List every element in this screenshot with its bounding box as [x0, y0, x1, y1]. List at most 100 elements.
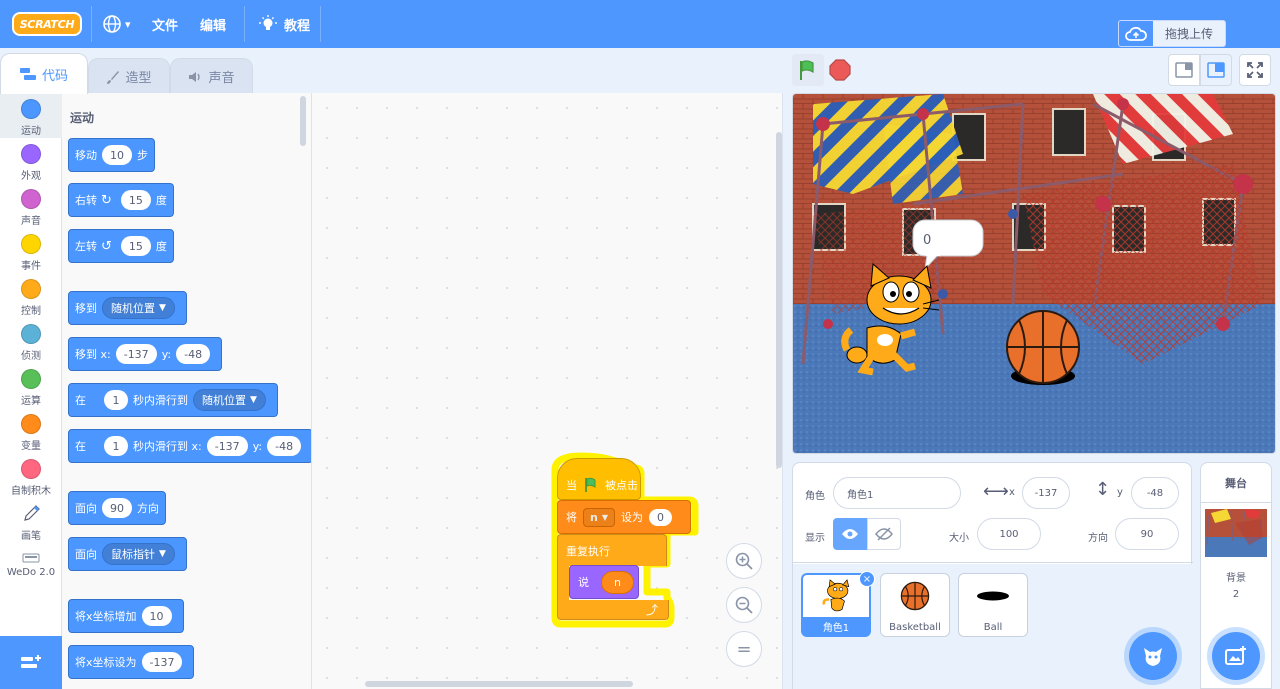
say-block[interactable]: 说 n — [569, 565, 639, 599]
upload-button[interactable]: 拖拽上传 — [1118, 20, 1226, 47]
tab-costumes[interactable]: 造型 — [88, 58, 170, 94]
turn-left-block[interactable]: 左转 ↺ 15 度 — [68, 229, 174, 263]
file-menu[interactable]: 文件 — [152, 0, 178, 48]
stop-button[interactable] — [829, 59, 851, 81]
x-arrows-icon: ⟷ — [983, 481, 1009, 502]
glide-xy-block[interactable]: 在 1 秒内滑行到 x: -137 y: -48 — [68, 429, 311, 463]
category-sensing[interactable]: 侦测 — [0, 324, 62, 362]
caret-down-icon: ▼ — [159, 303, 166, 313]
script-vertical-scrollbar[interactable] — [776, 132, 782, 468]
change-x-block[interactable]: 将x坐标增加 10 — [68, 599, 184, 633]
goto-block[interactable]: 移到 随机位置 ▼ — [68, 291, 187, 325]
forever-block[interactable]: 重复执行 — [557, 534, 667, 566]
seconds-input[interactable]: 1 — [104, 390, 128, 410]
category-my-blocks[interactable]: 自制积木 — [0, 459, 62, 497]
size-label: 大小 — [949, 533, 969, 544]
tutorials-menu[interactable]: 教程 — [258, 0, 310, 48]
goto-xy-block[interactable]: 移到 x: -137 y: -48 — [68, 337, 223, 371]
stage-panel-title: 舞台 — [1201, 463, 1271, 503]
turn-right-block[interactable]: 右转 ↻ 15 度 — [68, 183, 174, 217]
x-input[interactable]: -137 — [206, 436, 248, 456]
y-arrows-icon: ↕ — [1095, 479, 1111, 500]
category-pen[interactable]: 画笔 — [0, 504, 62, 542]
script-area[interactable] — [312, 93, 783, 689]
scratch-logo[interactable]: SCRATCH — [12, 12, 82, 36]
degrees-input[interactable]: 15 — [120, 236, 151, 256]
category-sound[interactable]: 声音 — [0, 189, 62, 227]
add-extension-button[interactable] — [0, 636, 62, 689]
variable-dropdown[interactable]: n ▼ — [583, 507, 615, 527]
when-flag-clicked-block[interactable]: 当 被点击 — [557, 458, 641, 500]
degrees-input[interactable]: 15 — [120, 190, 151, 210]
tab-sounds[interactable]: 声音 — [170, 58, 253, 94]
category-control[interactable]: 控制 — [0, 279, 62, 317]
control-dot-icon — [21, 279, 41, 299]
stage-selector-panel[interactable]: 舞台 背景 2 — [1200, 462, 1272, 689]
category-operators[interactable]: 运算 — [0, 369, 62, 407]
seconds-input[interactable]: 1 — [104, 436, 128, 456]
basketball-sprite[interactable] — [1006, 310, 1080, 385]
category-label: 控制 — [21, 306, 41, 317]
zoom-in-button[interactable] — [726, 543, 762, 579]
edit-menu[interactable]: 编辑 — [200, 0, 226, 48]
glide-random-block[interactable]: 在 1 秒内滑行到 随机位置 ▼ — [68, 383, 278, 417]
language-menu[interactable]: ▾ — [102, 0, 131, 48]
script-horizontal-scrollbar[interactable] — [365, 681, 633, 687]
sprite-info-panel: 角色 角色1 ⟷ x -137 ↕ y -48 显示 大小 100 方向 90 … — [792, 462, 1193, 689]
y-input[interactable]: -48 — [1131, 477, 1179, 509]
towards-dropdown[interactable]: 鼠标指针 ▼ — [102, 543, 175, 565]
category-looks[interactable]: 外观 — [0, 144, 62, 182]
sprite-name-input[interactable]: 角色1 — [833, 477, 961, 509]
block-text: 移动 — [75, 149, 97, 162]
choose-sprite-button[interactable] — [1129, 632, 1177, 680]
fullscreen-icon — [1247, 62, 1263, 78]
glide-target-dropdown[interactable]: 随机位置 ▼ — [193, 389, 266, 411]
sprite-thumb-cat[interactable]: 角色1 × — [801, 571, 875, 637]
sprite-thumb-basketball[interactable]: Basketball — [880, 573, 950, 637]
set-x-block[interactable]: 将x坐标设为 -137 — [68, 645, 195, 679]
delete-sprite-button[interactable]: × — [859, 571, 875, 587]
point-towards-block[interactable]: 面向 鼠标指针 ▼ — [68, 537, 187, 571]
size-input[interactable]: 100 — [977, 518, 1041, 550]
fullscreen-button[interactable] — [1239, 54, 1271, 86]
change-x-input[interactable]: 10 — [141, 606, 172, 626]
category-label: 画笔 — [21, 531, 41, 542]
ball-thumbnail — [977, 591, 1009, 601]
palette-scrollbar[interactable] — [300, 96, 306, 146]
stage[interactable]: 0 — [792, 93, 1276, 454]
choose-backdrop-button[interactable] — [1212, 632, 1260, 680]
direction-input[interactable]: 90 — [1115, 518, 1179, 550]
variables-dot-icon — [21, 414, 41, 434]
steps-input[interactable]: 10 — [102, 145, 132, 165]
zoom-out-button[interactable] — [726, 587, 762, 623]
normal-stage-button[interactable] — [1200, 54, 1232, 86]
globe-icon — [103, 15, 121, 33]
set-x-input[interactable]: -137 — [141, 652, 183, 672]
variable-reporter[interactable]: n — [601, 570, 634, 594]
sprite-thumb-name: Ball — [983, 621, 1003, 633]
category-events[interactable]: 事件 — [0, 234, 62, 272]
block-text: 在 — [75, 440, 86, 453]
set-value-input[interactable]: 0 — [649, 508, 672, 526]
show-hidden-button[interactable] — [867, 518, 901, 550]
sprite-thumb-ball[interactable]: Ball — [958, 573, 1028, 637]
caret-down-icon: ▼ — [159, 549, 166, 559]
category-motion[interactable]: 运动 — [0, 93, 62, 138]
x-input[interactable]: -137 — [115, 344, 157, 364]
small-stage-button[interactable] — [1168, 54, 1200, 86]
tab-code[interactable]: 代码 — [0, 53, 88, 94]
y-input[interactable]: -48 — [267, 436, 302, 456]
category-variables[interactable]: 变量 — [0, 414, 62, 452]
category-wedo[interactable]: WeDo 2.0 — [0, 552, 62, 578]
show-visible-button[interactable] — [833, 518, 867, 550]
zoom-reset-button[interactable]: = — [726, 631, 762, 667]
category-label: WeDo 2.0 — [6, 567, 56, 578]
point-direction-block[interactable]: 面向 90 方向 — [68, 491, 166, 525]
move-steps-block[interactable]: 移动 10 步 — [68, 138, 155, 172]
set-variable-block[interactable]: 将 n ▼ 设为 0 — [557, 500, 691, 534]
direction-input[interactable]: 90 — [102, 498, 132, 518]
x-input[interactable]: -137 — [1022, 477, 1070, 509]
green-flag-button[interactable] — [792, 54, 824, 86]
y-input[interactable]: -48 — [176, 344, 211, 364]
goto-target-dropdown[interactable]: 随机位置 ▼ — [102, 297, 175, 319]
